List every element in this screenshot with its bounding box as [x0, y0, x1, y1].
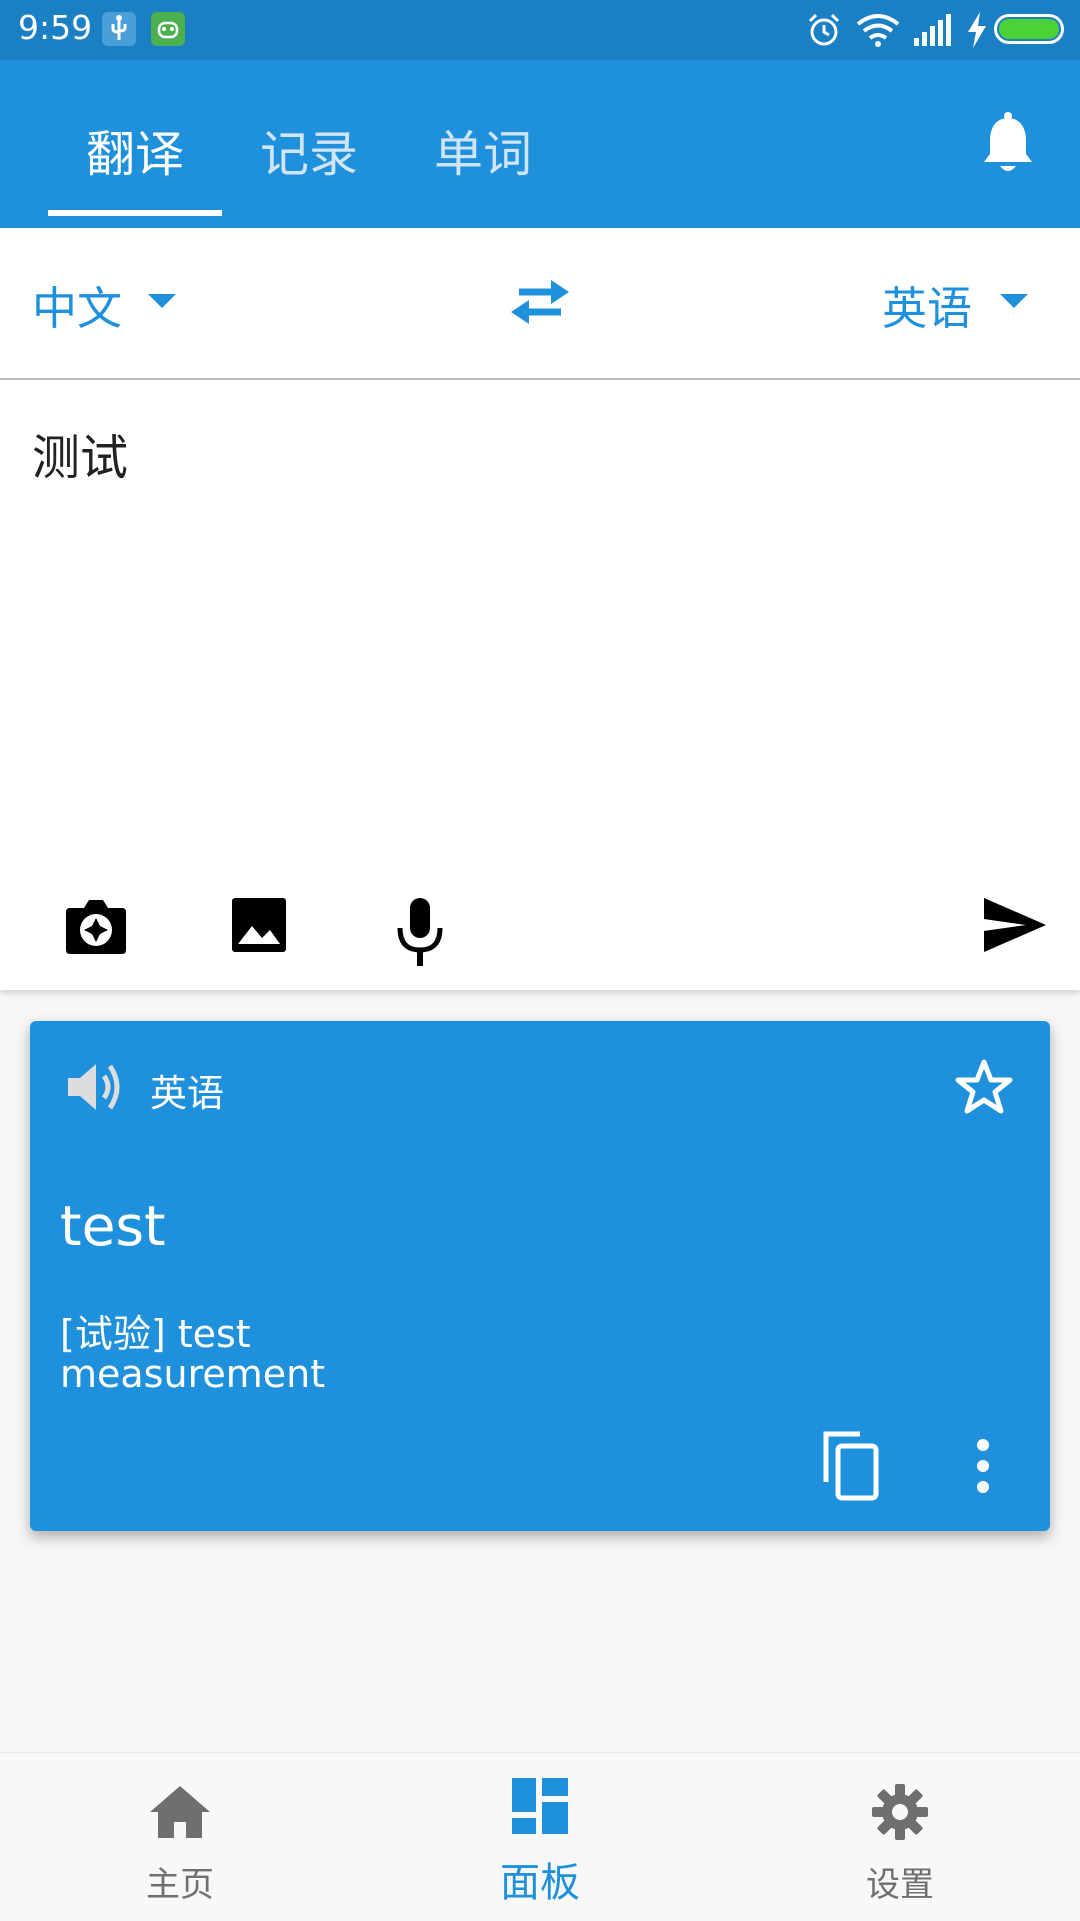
- nav-dashboard-label[interactable]: 面板: [440, 1850, 640, 1908]
- input-text[interactable]: 测试: [32, 418, 128, 488]
- tab-words[interactable]: 单词: [434, 115, 532, 186]
- nav-home-label[interactable]: 主页: [80, 1857, 280, 1906]
- microphone-icon[interactable]: [396, 896, 444, 968]
- input-area[interactable]: [0, 380, 1080, 990]
- swap-languages-icon[interactable]: [505, 274, 575, 330]
- image-icon[interactable]: [230, 896, 288, 954]
- target-language-dropdown-icon[interactable]: [998, 292, 1030, 312]
- alarm-icon: [808, 13, 840, 46]
- tab-history[interactable]: 记录: [260, 115, 358, 186]
- settings-icon[interactable]: [870, 1782, 930, 1842]
- source-language-dropdown-icon[interactable]: [146, 292, 178, 312]
- battery-level: [999, 19, 1059, 39]
- target-language[interactable]: 英语: [882, 272, 972, 337]
- dashboard-icon[interactable]: [510, 1776, 570, 1836]
- notification-bell-icon[interactable]: [980, 112, 1036, 178]
- home-icon[interactable]: [148, 1784, 212, 1840]
- tab-translate[interactable]: 翻译: [86, 115, 184, 186]
- main-translation: test: [60, 1194, 166, 1258]
- camera-icon[interactable]: [64, 896, 128, 956]
- source-language[interactable]: 中文: [32, 272, 122, 337]
- cellular-signal-icon: [914, 14, 951, 46]
- copy-icon[interactable]: [820, 1430, 882, 1502]
- alternative-translation-1: [试验] test: [60, 1312, 251, 1356]
- speaker-icon[interactable]: [66, 1060, 124, 1114]
- alternative-translation-2: measurement: [60, 1352, 326, 1396]
- result-language-label: 英语: [150, 1072, 224, 1115]
- battery-icon: [994, 14, 1064, 44]
- send-icon[interactable]: [982, 896, 1048, 954]
- charging-icon: [968, 12, 986, 48]
- more-options-icon[interactable]: [974, 1438, 992, 1494]
- android-debug-icon: [151, 12, 185, 46]
- favorite-star-icon[interactable]: [954, 1058, 1014, 1116]
- usb-icon: [102, 12, 136, 46]
- wifi-icon: [856, 14, 900, 47]
- tab-indicator: [48, 210, 222, 216]
- nav-settings-label[interactable]: 设置: [800, 1857, 1000, 1906]
- status-time: 9:59: [18, 8, 93, 47]
